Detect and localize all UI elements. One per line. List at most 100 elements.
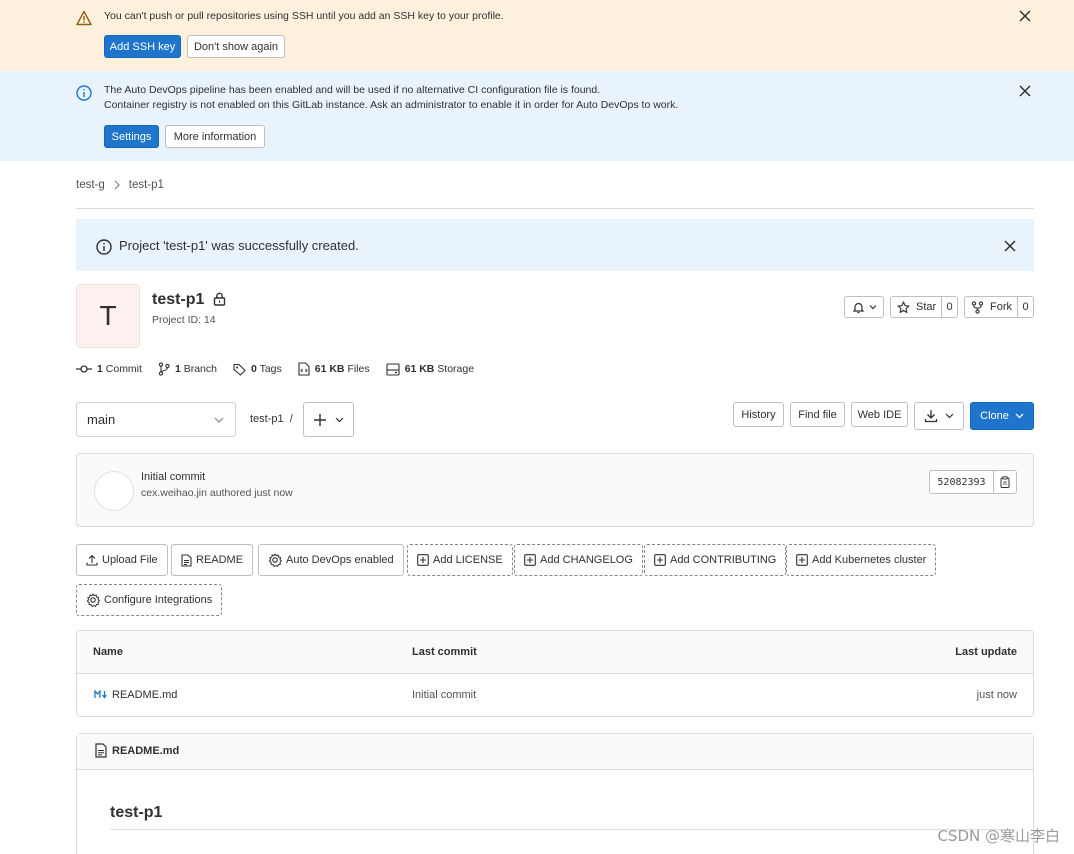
dont-show-again-button[interactable]: Don't show again [187, 35, 285, 58]
divider [110, 829, 1002, 830]
plus-square-icon [796, 554, 808, 566]
download-icon [924, 410, 938, 423]
stat-branches[interactable]: 1 Branch [158, 362, 217, 376]
download-dropdown[interactable] [914, 402, 964, 430]
stat-commits[interactable]: 1 Commit [76, 363, 142, 375]
project-name: test-p1 [152, 291, 205, 308]
avatar[interactable] [94, 471, 134, 511]
readme-button[interactable]: README [171, 544, 254, 576]
column-header-name: Name [93, 646, 123, 658]
gear-icon [86, 593, 100, 607]
more-information-button[interactable]: More information [165, 125, 265, 148]
repo-path-separator: / [289, 413, 293, 425]
upload-file-label: Upload File [102, 554, 158, 566]
star-count[interactable]: 0 [941, 297, 957, 317]
file-text-icon [181, 553, 192, 567]
commit-meta: cex.weihao.jin authored just now [141, 487, 293, 499]
history-button[interactable]: History [733, 402, 784, 427]
file-tree-table: Name Last commit Last update README.md I… [76, 630, 1034, 717]
add-kubernetes-label: Add Kubernetes cluster [812, 554, 927, 566]
close-icon[interactable] [1018, 84, 1032, 98]
commit-sha-group: 52082393 [929, 470, 1017, 494]
star-label: Star [916, 301, 937, 313]
add-changelog-button[interactable]: Add CHANGELOG [514, 544, 643, 576]
web-ide-button[interactable]: Web IDE [851, 402, 908, 427]
breadcrumb: test-g test-p1 [76, 179, 164, 191]
readme-header: README.md [77, 734, 1033, 770]
table-header [77, 631, 1033, 674]
upload-file-button[interactable]: Upload File [76, 544, 168, 576]
add-license-label: Add LICENSE [433, 554, 503, 566]
clone-label: Clone [980, 410, 1009, 422]
warning-icon [76, 10, 92, 26]
chevron-down-icon [214, 417, 224, 423]
repo-path-project[interactable]: test-p1 [250, 413, 284, 425]
star-icon [897, 300, 910, 313]
breadcrumb-project[interactable]: test-p1 [129, 179, 164, 191]
clone-dropdown[interactable]: Clone [970, 402, 1034, 430]
readme-heading: test-p1 [110, 804, 163, 821]
flash-notice: Project 'test-p1' was successfully creat… [76, 219, 1034, 271]
auto-devops-button[interactable]: Auto DevOps enabled [258, 544, 404, 576]
chevron-down-icon [869, 305, 876, 310]
close-icon[interactable] [1004, 240, 1016, 252]
commit-author[interactable]: cex.weihao.jin [141, 487, 207, 499]
stat-files[interactable]: 61 KB Files [298, 362, 370, 376]
plus-square-icon [654, 554, 666, 566]
tag-icon [233, 363, 246, 376]
configure-integrations-button[interactable]: Configure Integrations [76, 584, 223, 616]
lock-icon [213, 292, 226, 306]
find-file-button[interactable]: Find file [790, 402, 845, 427]
last-commit-panel: Initial commit cex.weihao.jin authored j… [76, 453, 1034, 527]
upload-icon [86, 554, 98, 566]
readme-filename[interactable]: README.md [112, 745, 179, 757]
branch-selector[interactable]: main [76, 402, 236, 437]
close-icon[interactable] [1018, 9, 1032, 23]
readme-panel: README.md test-p1 [76, 733, 1034, 854]
column-header-last-update: Last update [955, 646, 1017, 658]
file-name-link[interactable]: README.md [112, 689, 177, 701]
stat-tags[interactable]: 0 Tags [233, 363, 282, 376]
divider [76, 208, 1034, 209]
commit-time: authored just now [209, 487, 293, 499]
repo-path: test-p1 / [250, 413, 293, 425]
column-header-last-commit: Last commit [412, 646, 477, 658]
branch-name: main [87, 412, 116, 427]
commit-title[interactable]: Initial commit [141, 471, 205, 483]
plus-icon [314, 413, 326, 426]
stat-storage[interactable]: 61 KB Storage [386, 362, 474, 376]
file-code-icon [298, 362, 310, 376]
file-text-icon [95, 743, 107, 758]
disk-icon [386, 362, 400, 376]
notifications-dropdown[interactable] [844, 296, 884, 318]
watermark: CSDN @寒山李白 [937, 827, 1060, 845]
add-contributing-button[interactable]: Add CONTRIBUTING [644, 544, 787, 576]
bell-icon [852, 302, 864, 313]
auto-devops-label: Auto DevOps enabled [286, 554, 394, 566]
add-contributing-label: Add CONTRIBUTING [670, 554, 777, 566]
plus-square-icon [417, 554, 429, 566]
star-button[interactable]: Star 0 [890, 296, 958, 318]
fork-count[interactable]: 0 [1017, 297, 1033, 317]
ssh-key-alert: You can't push or pull repositories usin… [0, 0, 1074, 71]
add-ssh-key-button[interactable]: Add SSH key [104, 35, 181, 58]
configure-integrations-label: Configure Integrations [104, 594, 213, 606]
clipboard-icon [1000, 476, 1010, 488]
breadcrumb-group[interactable]: test-g [76, 179, 105, 191]
fork-button[interactable]: Fork 0 [964, 296, 1034, 318]
add-changelog-label: Add CHANGELOG [540, 554, 633, 566]
add-kubernetes-cluster-button[interactable]: Add Kubernetes cluster [786, 544, 937, 576]
settings-button[interactable]: Settings [104, 125, 159, 148]
add-to-tree-dropdown[interactable] [303, 402, 354, 437]
commit-sha[interactable]: 52082393 [930, 471, 994, 493]
fork-label: Fork [990, 301, 1012, 313]
add-license-button[interactable]: Add LICENSE [407, 544, 513, 576]
flash-message: Project 'test-p1' was successfully creat… [119, 238, 359, 253]
copy-sha-button[interactable] [994, 471, 1016, 493]
info-icon [96, 239, 112, 255]
commit-icon [76, 365, 92, 373]
gear-icon [268, 553, 282, 567]
file-last-commit-link[interactable]: Initial commit [412, 689, 476, 701]
chevron-down-icon [1015, 413, 1024, 419]
markdown-icon [94, 690, 108, 699]
